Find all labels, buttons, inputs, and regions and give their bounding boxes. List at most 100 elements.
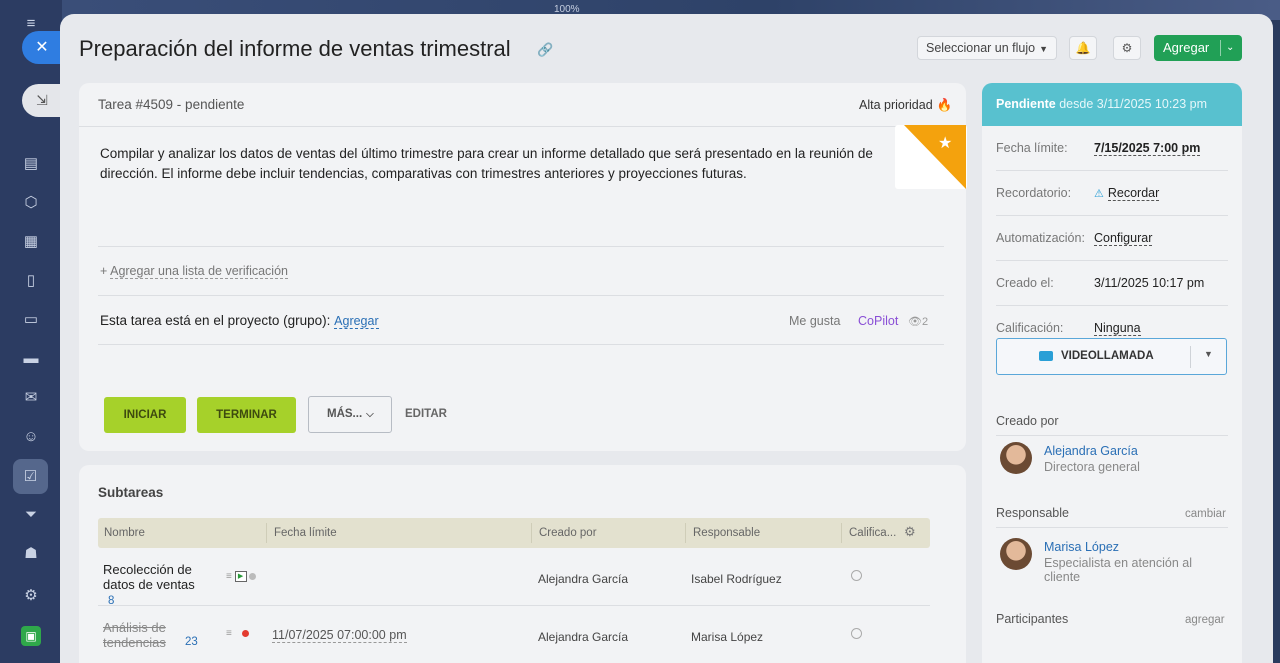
responsible-role: Especialista en atención al cliente	[1044, 556, 1193, 584]
add-checklist[interactable]: + Agregar una lista de verificación	[100, 264, 288, 279]
add-button[interactable]: Agregar ⌄	[1154, 35, 1242, 61]
avatar[interactable]	[1000, 538, 1032, 570]
column-header[interactable]: Nombre	[104, 527, 145, 539]
robot-icon[interactable]: ☗	[21, 544, 41, 564]
document-icon[interactable]: ▤	[21, 154, 41, 174]
subtask-responsible[interactable]: Isabel Rodríguez	[691, 572, 782, 586]
task-id-status: Tarea #4509 - pendiente	[98, 97, 245, 112]
subtask-creator[interactable]: Alejandra García	[538, 630, 628, 644]
subtask-creator[interactable]: Alejandra García	[538, 572, 628, 586]
responsible-name[interactable]: Marisa López	[1044, 540, 1119, 554]
tasks-icon[interactable]: ☑	[13, 459, 48, 494]
subtask-name[interactable]: Recolección de datos de ventas 8	[103, 562, 213, 609]
task-header: Tarea #4509 - pendiente Alta prioridad 🔥	[79, 83, 966, 127]
video-call-button[interactable]: VIDEOLLAMADA ▼	[996, 338, 1227, 375]
table-row[interactable]: Recolección de datos de ventas 8 ≡ ▶ Alej…	[98, 548, 930, 609]
status-bar: Pendiente desde 3/11/2025 10:23 pm	[982, 83, 1242, 126]
subtask-title: Recolección de datos de ventas	[103, 562, 195, 592]
edit-button[interactable]: EDITAR	[405, 408, 447, 420]
project-text: Esta tarea está en el proyecto (grupo):	[100, 313, 331, 328]
card-icon[interactable]: ▬	[21, 349, 41, 369]
file-icon[interactable]: ▯	[21, 271, 41, 291]
priority-badge[interactable]: Alta prioridad 🔥	[859, 98, 952, 113]
filter-icon[interactable]: ⏷	[21, 505, 41, 525]
plus-icon: +	[100, 264, 108, 278]
rating-value[interactable]: Ninguna	[1094, 321, 1141, 336]
play-icon[interactable]: ▶	[234, 571, 247, 582]
print-icon[interactable]: ▣	[21, 626, 41, 646]
add-checklist-link[interactable]: Agregar una lista de verificación	[110, 264, 288, 279]
avatar[interactable]	[1000, 442, 1032, 474]
bell-icon[interactable]: 🔔	[1069, 36, 1097, 60]
status-label: Pendiente	[996, 97, 1056, 111]
video-split-divider	[1190, 346, 1191, 368]
favorite-corner	[904, 125, 966, 189]
list-icon: ≡	[226, 628, 232, 639]
status-since: desde 3/11/2025 10:23 pm	[1059, 97, 1208, 111]
responsible-person[interactable]: Marisa López Especialista en atención al…	[1000, 538, 1230, 584]
page-title: Preparación del informe de ventas trimes…	[79, 36, 511, 61]
rating-radio[interactable]	[851, 570, 862, 581]
deadline-label: Fecha límite:	[996, 141, 1068, 155]
deadline-value[interactable]: 7/15/2025 7:00 pm	[1094, 141, 1201, 156]
change-responsible-link[interactable]: cambiar	[1185, 508, 1226, 520]
mail-icon[interactable]: ✉	[21, 388, 41, 408]
subtask-responsible[interactable]: Marisa López	[691, 630, 763, 644]
creator-name[interactable]: Alejandra García	[1044, 444, 1138, 458]
fire-icon: 🔥	[936, 98, 953, 112]
rating-radio[interactable]	[851, 628, 862, 639]
column-header[interactable]: Creado por	[539, 527, 597, 539]
creator-person[interactable]: Alejandra García Directora general	[1000, 442, 1230, 482]
column-header[interactable]: Fecha límite	[274, 527, 337, 539]
row-icons: ≡ ▶	[226, 571, 256, 582]
reminder-value[interactable]: ⚠ Recordar	[1094, 186, 1160, 201]
list-icon: ≡	[226, 571, 232, 583]
contacts-icon[interactable]: ☺	[21, 427, 41, 447]
table-row[interactable]: Análisis de tendencias 23 ≡ 11/07/2025 0…	[98, 606, 930, 663]
table-settings-icon[interactable]: ⚙	[904, 524, 916, 540]
gear-icon[interactable]: ⚙	[1113, 36, 1141, 60]
divider	[996, 527, 1228, 528]
start-button[interactable]: INICIAR	[104, 397, 186, 433]
presentation-icon[interactable]: ▭	[21, 310, 41, 330]
subtasks-title: Subtareas	[98, 485, 164, 500]
creator-role: Directora general	[1044, 460, 1140, 474]
divider	[98, 295, 944, 296]
close-icon[interactable]: ✕	[22, 31, 62, 64]
chevron-down-icon[interactable]: ⌄	[1226, 35, 1234, 61]
overdue-dot-icon	[242, 629, 250, 637]
rating-label: Calificación:	[996, 321, 1064, 335]
more-button-label: MÁS...	[327, 408, 363, 420]
column-divider	[531, 523, 532, 543]
add-participant-link[interactable]: agregar	[1185, 614, 1225, 626]
automation-label: Automatización:	[996, 231, 1085, 245]
chevron-down-icon[interactable]: ▼	[1204, 349, 1213, 359]
settings-icon[interactable]: ⚙	[21, 586, 41, 606]
column-divider	[266, 523, 267, 543]
status-dot-icon	[248, 573, 256, 580]
participants-title: Participantes	[996, 612, 1069, 626]
add-project-link[interactable]: Agregar	[334, 314, 379, 329]
more-button[interactable]: MÁS... ⌵	[308, 396, 392, 433]
project-row: Esta tarea está en el proyecto (grupo): …	[100, 313, 379, 329]
task-card: Tarea #4509 - pendiente Alta prioridad 🔥 …	[79, 83, 967, 451]
star-icon: ★	[938, 135, 953, 152]
finish-button[interactable]: TERMINAR	[197, 397, 296, 433]
column-header[interactable]: Responsable	[693, 527, 760, 539]
calendar-icon[interactable]: ▦	[21, 232, 41, 252]
copy-link-icon[interactable]: 🔗	[537, 42, 553, 58]
automation-value[interactable]: Configurar	[1094, 231, 1153, 246]
reminder-link[interactable]: Recordar	[1107, 186, 1160, 201]
copilot-button[interactable]: CoPilot	[858, 314, 898, 328]
column-divider	[841, 523, 842, 543]
favorite-badge[interactable]: ★	[895, 125, 967, 189]
hexagon-icon[interactable]: ⬡	[21, 193, 41, 213]
like-button[interactable]: Me gusta	[789, 314, 840, 328]
flow-select-label: Seleccionar un flujo	[926, 41, 1036, 55]
chevron-down-icon: ▼	[1039, 44, 1049, 54]
collapse-icon[interactable]: ⇲	[22, 84, 62, 117]
column-header[interactable]: Califica...	[849, 527, 896, 539]
subtask-deadline[interactable]: 11/07/2025 07:00:00 pm	[272, 628, 407, 643]
flow-select[interactable]: Seleccionar un flujo ▼	[917, 36, 1057, 60]
created-label: Creado el:	[996, 276, 1054, 290]
